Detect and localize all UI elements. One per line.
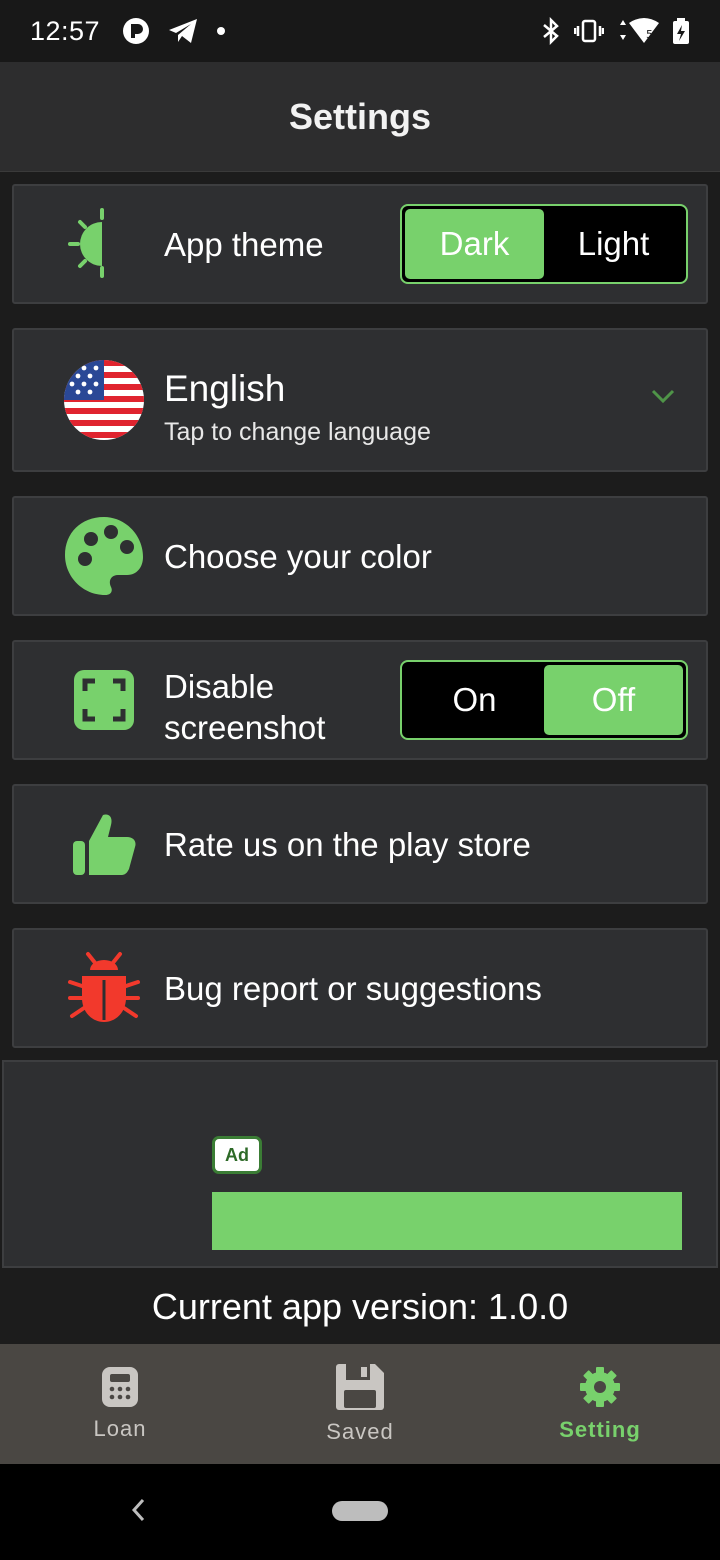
language-label: English [164,368,286,409]
nav-item-loan[interactable]: Loan [0,1344,240,1464]
language-subtitle: Tap to change language [164,418,431,446]
telegram-icon [169,19,198,43]
app-theme-card: App theme Dark Light [12,184,708,304]
screenshot-toggle: On Off [400,660,688,740]
back-icon[interactable] [128,1494,148,1526]
screenshot-off-option[interactable]: Off [544,665,683,735]
theme-light-option[interactable]: Light [544,209,683,279]
choose-color-card[interactable]: Choose your color [12,496,708,616]
app-bar: Settings [0,62,720,172]
bug-report-label: Bug report or suggestions [164,970,542,1007]
notification-icons [122,17,226,45]
nav-label-saved: Saved [326,1419,394,1444]
battery-icon [673,18,689,44]
nav-item-setting[interactable]: Setting [480,1344,720,1464]
theme-dark-option[interactable]: Dark [405,209,544,279]
status-time: 12:57 [30,15,101,46]
bug-report-card[interactable]: Bug report or suggestions [12,928,708,1048]
app-theme-label: App theme [164,226,324,263]
palette-icon [62,514,146,598]
calculator-icon [102,1367,138,1407]
floppy-disk-icon [336,1364,384,1410]
nav-item-saved[interactable]: Saved [240,1344,480,1464]
us-flag-icon [62,358,146,442]
disable-screenshot-line1: Disable [164,668,275,705]
vibrate-icon [574,19,604,43]
disable-screenshot-label: Disable screenshot [164,666,325,748]
nav-label-loan: Loan [93,1416,147,1441]
theme-toggle: Dark Light [400,204,688,284]
app-version: Current app version: 1.0.0 [151,1286,569,1327]
dot-icon [217,27,226,35]
page-title: Settings [288,95,431,137]
thumbs-up-icon [62,802,146,886]
choose-color-label: Choose your color [164,538,432,575]
bluetooth-icon [543,17,559,45]
screenshot-icon [62,658,146,742]
disable-screenshot-card: Disable screenshot On Off [12,640,708,760]
rate-us-label: Rate us on the play store [164,826,531,863]
language-card[interactable]: English Tap to change language [12,328,708,472]
ad-badge: Ad [212,1136,262,1174]
nav-label-setting: Setting [559,1417,641,1442]
system-status-icons: 5 [540,17,690,45]
theme-icon [62,202,146,286]
app-notification-icon [123,18,150,44]
ad-banner[interactable]: Ad [2,1060,718,1268]
screenshot-on-option[interactable]: On [405,665,544,735]
home-pill[interactable] [332,1501,388,1521]
chevron-down-icon [651,389,675,404]
wifi-badge: 5 [646,28,653,41]
wifi-icon: 5 [620,18,659,43]
ad-action-bar[interactable] [212,1192,682,1250]
rate-us-card[interactable]: Rate us on the play store [12,784,708,904]
status-bar: 12:57 5 [0,0,720,62]
disable-screenshot-line2: screenshot [164,709,326,746]
bug-icon [62,946,146,1030]
gear-icon [580,1367,620,1407]
bottom-nav: Loan Saved Setting [0,1344,720,1464]
